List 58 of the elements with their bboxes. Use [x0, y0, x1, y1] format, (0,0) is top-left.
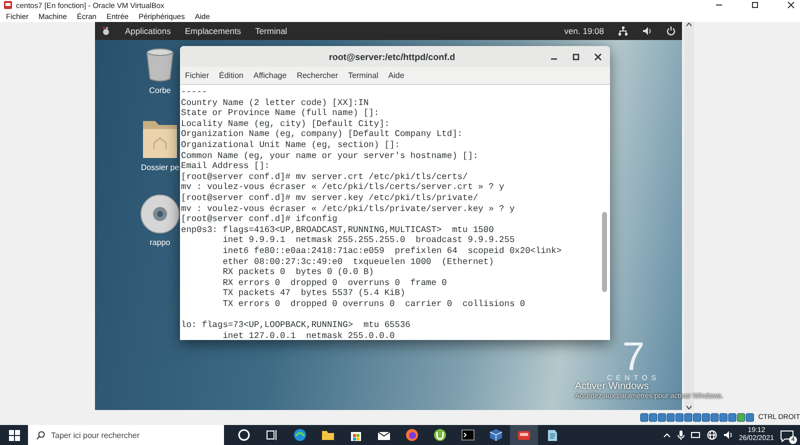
- topbar-menu[interactable]: Terminal: [255, 26, 288, 36]
- close-button[interactable]: [786, 1, 796, 9]
- globe-icon[interactable]: [706, 430, 717, 440]
- terminal-menu-item[interactable]: Aide: [388, 71, 404, 80]
- chevron-up-icon[interactable]: [662, 431, 671, 439]
- terminal-line: inet 127.0.0.1 netmask 255.0.0.0: [222, 330, 396, 340]
- terminal-title: root@server:/etc/httpd/conf.d: [328, 52, 456, 62]
- terminal-line: Email Address []:: [181, 161, 271, 172]
- terminal-line: [root@server conf.d]# mv server.crt /etc/pki/tls/certs/: [181, 172, 469, 182]
- terminal-line: [root@server conf.d]# ifconfig: [181, 214, 338, 225]
- terminal-menu-item[interactable]: Affichage: [253, 71, 287, 80]
- topbar-clock[interactable]: ven. 19:08: [564, 26, 604, 36]
- app-window-icon[interactable]: [510, 425, 538, 445]
- os-version-number: 7: [622, 339, 645, 375]
- close-button[interactable]: [594, 52, 602, 60]
- desktop-icon-label: rappo: [150, 238, 170, 247]
- terminal-line: -----: [181, 87, 208, 98]
- terminal-line: RX errors 0 dropped 0 overruns 0 frame 0: [222, 278, 448, 288]
- terminal-line: State or Province Name (full name) []:: [181, 108, 380, 119]
- disc-icon[interactable]: [140, 194, 180, 234]
- terminal-line: inet 9.9.9.1 netmask 255.255.255.0 broadcast 9.9.9.255: [222, 235, 516, 246]
- activation-title: Activer Windows: [575, 381, 650, 392]
- restore-button[interactable]: [750, 1, 760, 9]
- topbar-menu[interactable]: Emplacements: [184, 26, 242, 36]
- microphone-icon[interactable]: [676, 430, 685, 440]
- maximize-button[interactable]: [572, 52, 580, 60]
- terminal-line: mv : voulez-vous écraser « /etc/pki/tls/private/server.key » ? y: [181, 204, 516, 214]
- volume-icon[interactable]: [722, 430, 733, 440]
- terminal-menu-item[interactable]: Rechercher: [296, 71, 338, 80]
- notification-icon[interactable]: [780, 430, 794, 442]
- terminal-line: mv : voulez-vous écraser « /etc/pki/tls/certs/server.crt » ? y: [181, 182, 506, 193]
- scrollbar-thumb[interactable]: [602, 212, 607, 292]
- volume-icon[interactable]: [642, 26, 652, 36]
- trash-bin-icon[interactable]: [145, 48, 175, 82]
- terminal-menu-item[interactable]: Terminal: [348, 71, 378, 80]
- terminal-line: inet6 fe80::e0aa:2418:71ac:e059 prefixlen 64 scopeid 0x20<link>: [222, 246, 563, 256]
- terminal-line: ether 08:00:27:3c:49:e0 txqueuelen 1000 (Ethernet): [222, 256, 495, 268]
- terminal-line: Common Name (eg, your name or your server's hostname) []:: [181, 150, 480, 162]
- desktop-icon-label: Dossier pe: [140, 163, 180, 172]
- terminal-line: TX errors 0 dropped 0 overruns 0 carrier 0 collisions 0: [222, 298, 526, 310]
- search-icon: [36, 430, 45, 440]
- terminal-line: TX packets 47 bytes 5537 (5.4 KiB): [222, 288, 406, 299]
- terminal-line: Organization Name (eg, company) [Default Company Ltd]:: [181, 129, 464, 140]
- terminal-line: [root@server conf.d]# mv server.key /etc/pki/tls/private/: [181, 192, 480, 204]
- topbar-menu[interactable]: Applications: [125, 26, 171, 36]
- terminal-menu-item[interactable]: Fichier: [185, 71, 210, 80]
- power-icon[interactable]: [666, 26, 676, 36]
- network-icon[interactable]: [618, 26, 628, 36]
- terminal-menu-item[interactable]: Édition: [219, 71, 244, 80]
- terminal-line: Country Name (2 letter code) [XX]:IN: [181, 98, 370, 108]
- terminal-line: Organizational Unit Name (eg, section) []:: [181, 140, 401, 151]
- terminal-line: enp0s3: flags=4163<UP,BROADCAST,RUNNING,MULTICAST> mtu 1500: [181, 224, 495, 236]
- windows-logo-icon: [8, 430, 20, 440]
- terminal-line: Locality Name (eg, city) [Default City]:: [181, 118, 391, 130]
- desktop-icon-label: Corbe: [149, 86, 171, 95]
- terminal-line: RX packets 0 bytes 0 (0.0 B): [222, 267, 375, 278]
- terminal-line: lo: flags=73<UP,LOOPBACK,RUNNING> mtu 65536: [181, 320, 412, 331]
- search-field[interactable]: Taper ici pour rechercher: [28, 425, 224, 445]
